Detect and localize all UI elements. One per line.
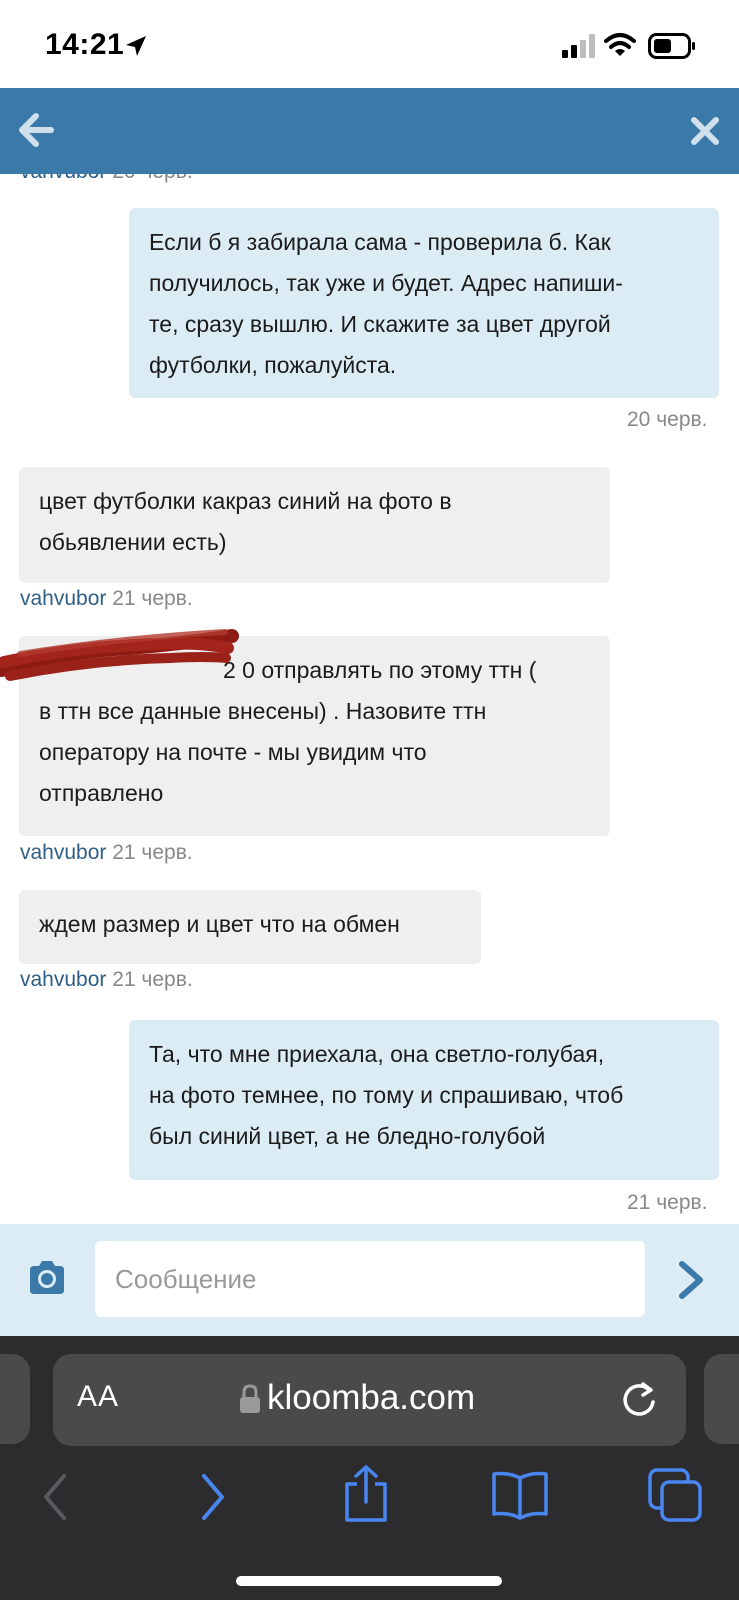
message-meta: vahvubor 21 черв. [20,587,193,611]
message-line: получилось, так уже и будет. Адрес напиш… [149,270,623,296]
battery-icon [648,33,695,59]
lock-icon [240,1384,260,1413]
message-date: 21 черв. [627,1191,708,1214]
message-line: те, сразу вышлю. И скажите за цвет друго… [149,311,611,337]
share-icon[interactable] [343,1464,389,1524]
url-text[interactable]: kloomba.com [267,1378,475,1418]
tabs-icon[interactable] [646,1466,704,1524]
redaction-scribble [0,629,239,681]
browser-toolbar: AA kloomba.com [0,1336,739,1600]
message-line: ждем размер и цвет что на обмен [39,911,400,937]
message-date: 21 черв. [112,968,193,991]
app-header [0,88,739,174]
send-chevron-icon[interactable] [676,1260,706,1300]
bookmarks-icon[interactable] [490,1470,550,1520]
forward-icon[interactable] [198,1472,228,1522]
wifi-icon [604,33,636,56]
message-line: обьявлении есть) [39,529,227,555]
next-tab-peek[interactable] [704,1354,739,1444]
sender-name[interactable]: vahvubor [20,587,106,610]
message-meta: vahvubor 21 черв. [20,841,193,865]
status-time: 14:21 [45,28,125,61]
location-arrow-icon [126,36,146,56]
incoming-message: цвет футболки какраз синий на фото в обь… [19,467,610,583]
status-bar: 14:21 [0,0,739,88]
sender-name[interactable]: vahvubor [20,841,106,864]
text-size-button[interactable]: AA [77,1380,119,1414]
message-line: цвет футболки какраз синий на фото в [39,488,452,514]
incoming-message: ждем размер и цвет что на обмен [19,890,481,964]
sender-name[interactable]: vahvubor [20,968,106,991]
back-arrow-icon[interactable] [16,110,56,150]
message-date: 21 черв. [112,587,193,610]
home-indicator [236,1576,502,1586]
message-date: 20 черв. [627,408,708,431]
previous-tab-peek[interactable] [0,1354,30,1444]
cellular-signal-icon [562,34,595,58]
reload-icon[interactable] [619,1380,659,1420]
address-bar[interactable]: AA kloomba.com [53,1354,686,1446]
message-line: в ттн все данные внесены) . Назовите ттн [39,698,487,724]
message-line: был синий цвет, а не бледно-голубой [149,1123,546,1149]
message-line: Если б я забирала сама - проверила б. Ка… [149,229,611,255]
message-line: футболки, пожалуйста. [149,352,397,378]
message-meta: vahvubor 20 черв. [20,174,193,184]
outgoing-message: Та, что мне приехала, она светло-голубая… [129,1020,719,1180]
message-date: 21 черв. [112,841,193,864]
text-size-label: AA [77,1380,120,1413]
back-icon[interactable] [40,1472,70,1522]
message-meta: vahvubor 21 черв. [20,968,193,992]
outgoing-message: Если б я забирала сама - проверила б. Ка… [129,208,719,398]
message-date: 20 черв. [112,174,192,183]
message-line: оператору на почте - мы увидим что [39,739,427,765]
close-icon[interactable] [690,116,720,146]
chat-thread[interactable]: vahvubor 20 черв. Если б я забирала сама… [0,174,739,1224]
camera-icon[interactable] [26,1258,68,1298]
message-input[interactable] [95,1241,645,1317]
sender-name[interactable]: vahvubor [20,174,106,183]
message-line: Та, что мне приехала, она светло-голубая… [149,1041,605,1067]
message-line: отправлено [39,780,164,806]
message-composer [0,1224,739,1336]
message-line: на фото темнее, по тому и спрашиваю, что… [149,1082,624,1108]
